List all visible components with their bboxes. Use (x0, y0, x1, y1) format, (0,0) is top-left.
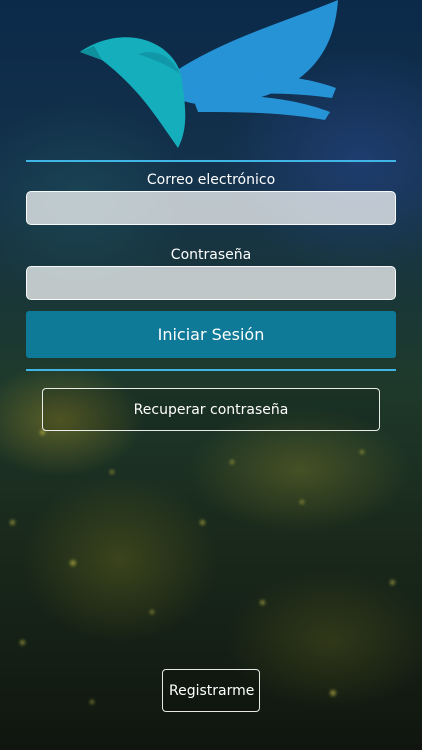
background-speck (200, 520, 205, 525)
background-speck (300, 500, 304, 504)
background-speck (20, 640, 25, 645)
background-speck (260, 600, 265, 605)
login-button[interactable]: Iniciar Sesión (26, 311, 396, 358)
background-speck (110, 470, 114, 474)
background-speck (390, 580, 395, 585)
top-divider (26, 160, 396, 162)
background-speck (150, 610, 154, 614)
background-speck (230, 460, 234, 464)
recover-password-button[interactable]: Recuperar contraseña (42, 388, 380, 431)
background-speck (360, 450, 364, 454)
register-button[interactable]: Registrarme (162, 669, 260, 712)
background-speck (10, 520, 15, 525)
background-speck (90, 700, 94, 704)
background-speck (330, 690, 336, 696)
password-label: Contraseña (170, 247, 252, 263)
email-field[interactable] (26, 191, 396, 225)
background-speck (70, 560, 76, 566)
bird-logo-icon (80, 0, 338, 148)
email-label: Correo electrónico (146, 172, 276, 188)
password-field[interactable] (26, 266, 396, 300)
bottom-divider (26, 369, 396, 371)
